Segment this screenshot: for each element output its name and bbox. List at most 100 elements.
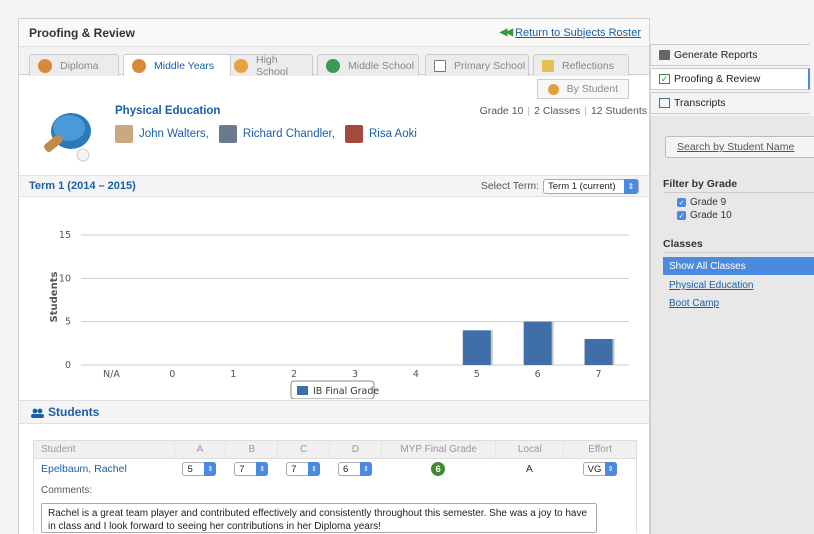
comment-textarea[interactable]: Rachel is a great team player and contri…: [41, 503, 597, 533]
classes-title: Classes: [663, 238, 703, 250]
grade-chart: N/A 0 1 2 3 4 5 6 7 0 5 10 15 Students IB Final Gra…: [49, 230, 629, 399]
return-to-roster-link[interactable]: Return to Subjects Roster: [515, 27, 641, 39]
sidebar: Generate Reports ✓ Proofing & Review Tra…: [650, 44, 814, 534]
student-name-link[interactable]: Epelbaum, Rachel: [41, 463, 127, 475]
sidebar-body: Search by Student Name Filter by Grade ✓…: [650, 116, 814, 534]
checkbox-label: Grade 10: [690, 210, 732, 221]
sidebar-tab-transcripts[interactable]: Transcripts: [650, 92, 810, 114]
updown-icon: ⇕: [204, 462, 217, 476]
avatar: [115, 125, 133, 143]
bar[interactable]: [523, 321, 552, 365]
teacher-name: Richard Chandler,: [242, 128, 335, 140]
class-item-show-all[interactable]: Show All Classes: [663, 257, 814, 275]
select-value: 6: [342, 463, 349, 475]
tab-middle-school[interactable]: Middle School: [317, 54, 419, 76]
y-tick-label: 5: [65, 317, 71, 328]
sidebar-tab-proofing-review[interactable]: ✓ Proofing & Review: [650, 68, 810, 90]
primary-school-icon: [434, 59, 446, 72]
x-tick-label: 5: [474, 369, 480, 380]
tab-reflections[interactable]: Reflections: [533, 54, 629, 76]
avatar: [344, 125, 363, 143]
tab-middle-years[interactable]: Middle Years: [123, 54, 231, 76]
col-header: A: [173, 441, 226, 458]
course-title[interactable]: Physical Education: [115, 105, 220, 117]
students-title: Students: [48, 405, 100, 419]
legend-swatch: [297, 386, 308, 395]
middle-school-icon: [326, 58, 340, 73]
panel-header: Proofing & Review ◀◀ Return to Subjects …: [19, 19, 649, 47]
tab-primary-school[interactable]: Primary School: [425, 54, 529, 76]
updown-icon: ⇕: [308, 462, 321, 476]
criterion-d-select[interactable]: 6 ⇕: [337, 462, 372, 476]
document-icon: [659, 98, 670, 108]
term-select-group: Select Term: Term 1 (current) ⇕: [480, 178, 639, 194]
filter-grade-title: Filter by Grade: [663, 178, 738, 190]
sidebar-tab-label: Proofing & Review: [674, 73, 761, 85]
bar[interactable]: [462, 330, 491, 365]
sidebar-tab-label: Transcripts: [674, 97, 726, 109]
course-classes: 2 Classes: [534, 105, 581, 117]
teacher-name: Risa Aoki: [368, 128, 417, 140]
x-tick-label: 2: [291, 369, 297, 380]
main-panel: Proofing & Review ◀◀ Return to Subjects …: [18, 18, 650, 534]
term-select-value: Term 1 (current): [548, 180, 616, 192]
return-link-group: ◀◀ Return to Subjects Roster: [500, 27, 641, 39]
teacher-item[interactable]: John Walters,: [115, 125, 209, 143]
class-item-physical-education[interactable]: Physical Education: [663, 280, 754, 291]
course-meta: Grade 10 | 2 Classes | 12 Students: [479, 105, 647, 117]
x-tick-label: 0: [169, 369, 175, 380]
sidebar-tab-generate-reports[interactable]: Generate Reports: [650, 44, 810, 66]
tab-diploma[interactable]: Diploma: [29, 54, 119, 76]
class-item-boot-camp[interactable]: Boot Camp: [663, 298, 719, 309]
search-student-input[interactable]: Search by Student Name: [665, 136, 814, 158]
y-tick-label: 15: [59, 230, 71, 241]
term-title: Term 1 (2014 – 2015): [29, 180, 136, 192]
y-axis-label: Students: [49, 272, 60, 323]
tab-high-school[interactable]: High School: [225, 53, 313, 78]
table-header: Student A B C D MYP Final Grade Local Ef…: [34, 441, 636, 459]
effort-select[interactable]: VG ⇕: [582, 462, 617, 476]
high-school-icon: [234, 58, 248, 73]
school-tabs: Diploma Middle Years High School Middle …: [19, 47, 649, 78]
chart-legend[interactable]: IB Final Grade: [290, 380, 379, 399]
term-bar: Term 1 (2014 – 2015) Select Term: Term 1…: [19, 175, 649, 197]
table-row: Epelbaum, Rachel 5 ⇕ 7 ⇕ 7 ⇕ 6 ⇕ 6 A VG ⇕: [34, 459, 636, 479]
criterion-c-select[interactable]: 7 ⇕: [286, 462, 321, 476]
term-select[interactable]: Term 1 (current) ⇕: [543, 178, 639, 194]
comments-label: Comments:: [41, 485, 93, 496]
y-tick-label: 10: [59, 273, 71, 284]
updown-icon: ⇕: [604, 462, 617, 476]
updown-icon: ⇕: [359, 462, 372, 476]
double-arrow-left-icon: ◀◀: [499, 27, 513, 38]
bar[interactable]: [584, 339, 613, 365]
sidebar-tab-label: Generate Reports: [674, 49, 758, 61]
checkbox-icon: ✓: [659, 74, 670, 84]
criterion-b-select[interactable]: 7 ⇕: [234, 462, 269, 476]
teacher-item[interactable]: Richard Chandler,: [218, 125, 335, 143]
teacher-item[interactable]: Risa Aoki: [344, 125, 417, 143]
col-header: MYP Final Grade: [380, 441, 496, 458]
criterion-a-select[interactable]: 5 ⇕: [182, 462, 217, 476]
updown-icon: ⇕: [256, 462, 269, 476]
term-select-label: Select Term:: [480, 180, 539, 192]
teacher-list: John Walters, Richard Chandler, Risa Aok…: [115, 125, 427, 143]
course-header: Physical Education Grade 10 | 2 Classes | 12…: [37, 91, 647, 171]
tab-label: Middle Years: [154, 59, 215, 72]
course-students: 12 Students: [590, 105, 647, 117]
students-table: Student A B C D MYP Final Grade Local Ef…: [33, 440, 637, 533]
diploma-icon: [38, 58, 52, 73]
tab-label: Reflections: [562, 59, 614, 72]
tab-label: Middle School: [348, 59, 414, 72]
grade-9-checkbox[interactable]: ✓ Grade 9: [677, 197, 726, 208]
checkmark-icon: ✓: [677, 198, 686, 207]
tab-label: Diploma: [60, 59, 99, 72]
comments-section: Comments: Rachel is a great team player …: [34, 479, 636, 533]
select-value: 5: [187, 463, 193, 475]
updown-icon: ⇕: [624, 178, 638, 194]
tab-label: High School: [256, 53, 289, 78]
col-header: Student: [41, 444, 76, 455]
teacher-name: John Walters,: [139, 128, 209, 140]
grade-10-checkbox[interactable]: ✓ Grade 10: [677, 210, 732, 221]
local-grade: A: [525, 463, 533, 475]
x-tick-label: 6: [535, 369, 541, 380]
